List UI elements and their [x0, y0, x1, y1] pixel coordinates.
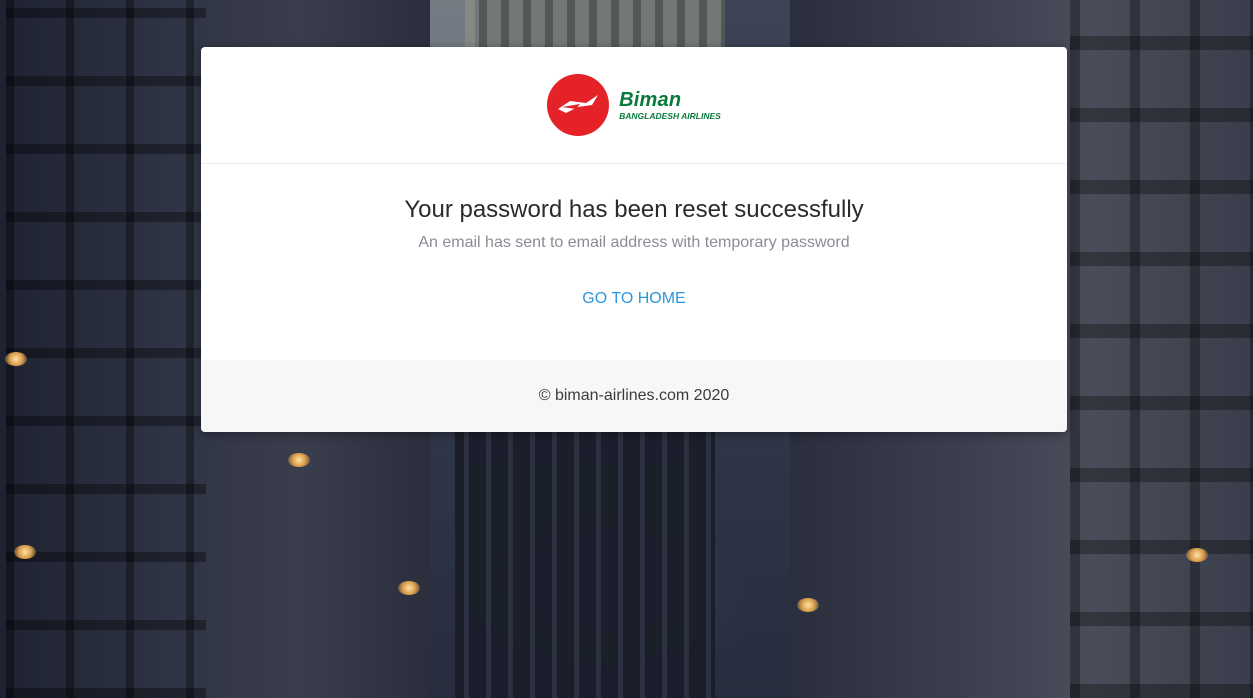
biman-bird-icon: [547, 74, 610, 136]
brand-tagline: BANGLADESH AIRLINES: [619, 110, 721, 121]
left-building-windows: [6, 0, 206, 698]
distant-building: [455, 430, 715, 698]
brand-wordmark: Biman BANGLADESH AIRLINES: [619, 90, 721, 121]
street-lamp: [797, 598, 819, 612]
brand-logo: Biman BANGLADESH AIRLINES: [547, 74, 721, 136]
go-to-home-link[interactable]: GO TO HOME: [201, 290, 1067, 308]
card-header: Biman BANGLADESH AIRLINES: [201, 47, 1067, 164]
reset-success-card: Biman BANGLADESH AIRLINES Your password …: [201, 47, 1067, 432]
success-title: Your password has been reset successfull…: [404, 196, 864, 223]
success-subtitle: An email has sent to email address with …: [418, 234, 850, 251]
right-building-windows: [1070, 0, 1253, 698]
distant-building-top: [465, 0, 725, 50]
street-lamp: [398, 581, 420, 595]
brand-name: Biman: [619, 88, 682, 111]
street-lamp: [5, 352, 27, 366]
street-lamp: [14, 545, 36, 559]
copyright-text: © biman-airlines.com 2020: [538, 387, 730, 404]
street-lamp: [1186, 548, 1208, 562]
card-body: Your password has been reset successfull…: [201, 164, 1067, 360]
card-footer: © biman-airlines.com 2020: [201, 360, 1067, 432]
street-lamp: [288, 453, 310, 467]
go-to-home-label[interactable]: GO TO HOME: [582, 290, 685, 307]
